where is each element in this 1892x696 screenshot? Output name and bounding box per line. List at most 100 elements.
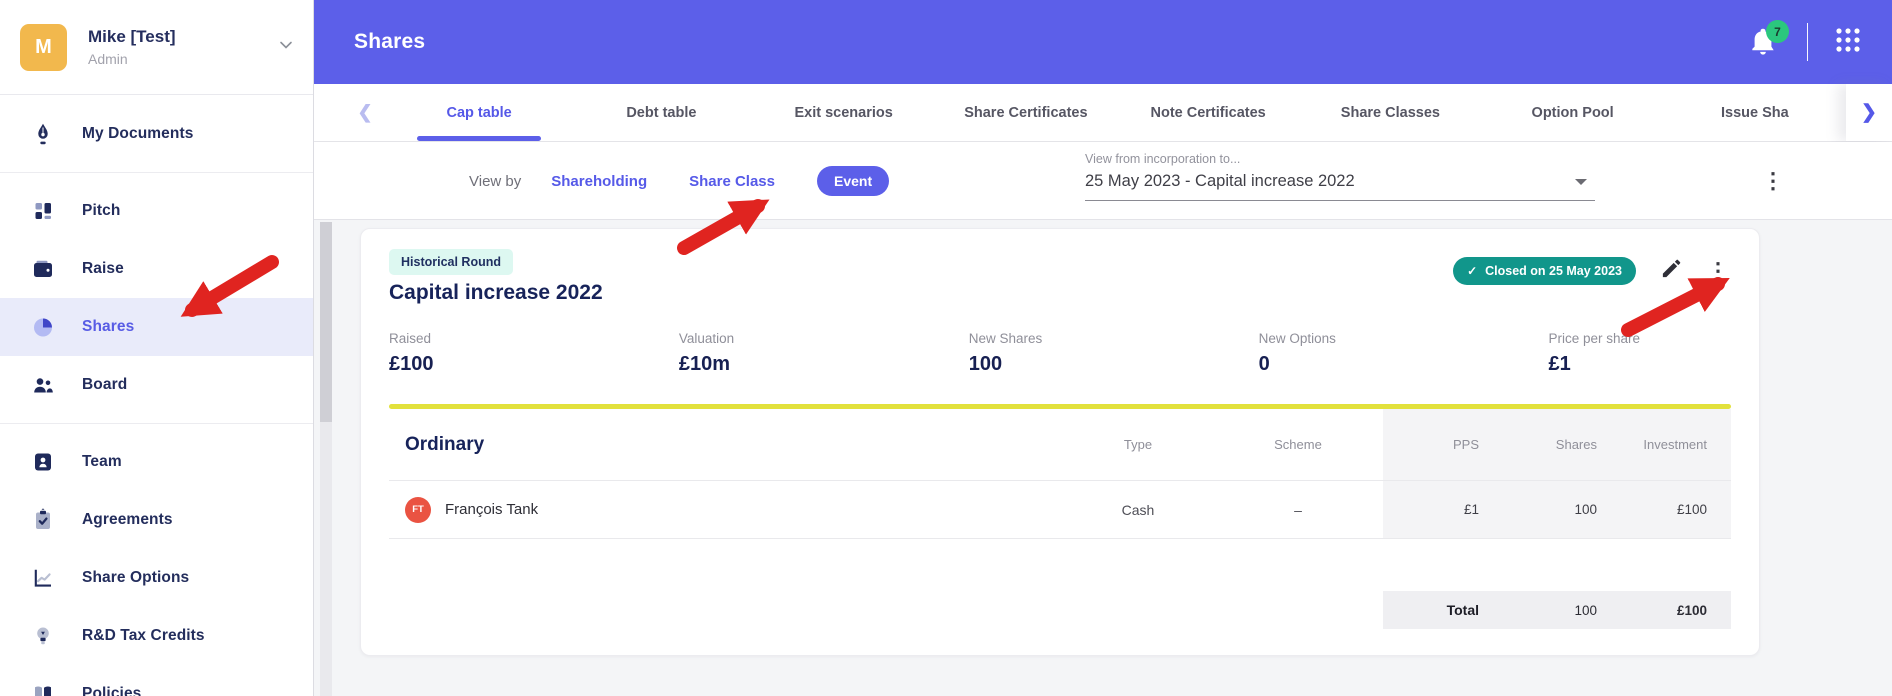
main-area: Shares 7 ❮ Cap table Debt table Exit sce…	[314, 0, 1892, 696]
stat-valuation: Valuation £10m	[679, 331, 969, 376]
status-badge-label: Closed on 25 May 2023	[1485, 264, 1622, 278]
stat-label: New Options	[1258, 331, 1336, 346]
sidebar-divider	[0, 423, 313, 424]
stat-new-options: New Options 0	[1259, 331, 1549, 376]
tab-label: Option Pool	[1531, 104, 1614, 121]
round-stats: Raised £100 Valuation £10m New Shares 10…	[389, 331, 1731, 376]
column-header-type: Type	[1123, 437, 1153, 452]
cell-scheme: –	[1294, 501, 1302, 518]
sidebar-item-my-documents[interactable]: My Documents	[0, 105, 313, 163]
tab-share-certificates[interactable]: Share Certificates	[935, 84, 1117, 141]
stat-label: Price per share	[1548, 331, 1641, 346]
tab-exit-scenarios[interactable]: Exit scenarios	[753, 84, 935, 141]
apps-grid-icon[interactable]	[1834, 26, 1862, 59]
notifications-button[interactable]: 7	[1747, 20, 1789, 60]
tabs-scroll-left-icon[interactable]: ❮	[342, 84, 388, 141]
round-more-options-icon[interactable]: ⋮	[1707, 260, 1729, 282]
column-header-pps: PPS	[1383, 409, 1503, 480]
stat-label: New Shares	[968, 331, 1043, 346]
view-option-shareholding[interactable]: Shareholding	[551, 173, 647, 190]
book-icon	[31, 682, 55, 696]
date-select-label: View from incorporation to...	[1085, 152, 1241, 166]
notification-count-badge: 7	[1766, 20, 1789, 43]
round-type-badge: Historical Round	[389, 249, 514, 275]
pie-chart-icon	[31, 315, 55, 339]
person-badge-icon	[31, 450, 55, 474]
page-header: Shares 7	[314, 0, 1892, 84]
avatar: M	[20, 23, 67, 71]
shareholder-cell: FT François Tank	[389, 481, 1063, 538]
header-divider	[1807, 23, 1808, 61]
total-investment: £100	[1621, 591, 1731, 629]
people-icon	[31, 373, 55, 397]
column-header-shares: Shares	[1503, 409, 1621, 480]
user-profile[interactable]: M Mike [Test] Admin	[0, 0, 313, 95]
sidebar-item-agreements[interactable]: Agreements	[0, 491, 313, 549]
sidebar-divider	[0, 172, 313, 173]
scrollbar-thumb[interactable]	[320, 222, 332, 422]
tab-option-pool[interactable]: Option Pool	[1482, 84, 1664, 141]
stat-value: £10m	[678, 353, 731, 375]
stat-value: £100	[389, 353, 434, 375]
sidebar: M Mike [Test] Admin My Documents Pitch R…	[0, 0, 314, 696]
sidebar-item-label: Board	[82, 376, 128, 393]
table-row[interactable]: FT François Tank Cash – £1 100 £100	[389, 481, 1731, 539]
view-option-share-class[interactable]: Share Class	[689, 173, 775, 190]
pen-nib-icon	[31, 122, 55, 146]
active-tab-underline	[417, 136, 542, 141]
status-badge: ✓ Closed on 25 May 2023	[1453, 257, 1636, 285]
sidebar-item-team[interactable]: Team	[0, 433, 313, 491]
view-by-label: View by	[469, 172, 522, 190]
view-by-group: View by Shareholding Share Class Event	[469, 142, 890, 220]
filter-more-options-icon[interactable]: ⋮	[1762, 170, 1784, 192]
header-actions: 7	[1747, 20, 1862, 61]
column-header-scheme: Scheme	[1274, 437, 1322, 452]
edit-pencil-icon[interactable]	[1660, 257, 1683, 285]
tabs-scroll-right-icon[interactable]: ❯	[1846, 84, 1892, 141]
lightbulb-icon	[31, 624, 55, 648]
tab-label: Exit scenarios	[794, 104, 893, 121]
tab-note-certificates[interactable]: Note Certificates	[1117, 84, 1299, 141]
stat-value: 100	[968, 353, 1003, 375]
cell-investment: £100	[1621, 481, 1731, 538]
sidebar-item-pitch[interactable]: Pitch	[0, 182, 313, 240]
cell-shares: 100	[1503, 481, 1621, 538]
stat-value: £1	[1548, 353, 1571, 375]
sidebar-item-raise[interactable]: Raise	[0, 240, 313, 298]
profile-name: Mike [Test]	[88, 27, 176, 46]
chevron-down-icon[interactable]	[277, 36, 295, 59]
profile-role: Admin	[88, 51, 128, 67]
sidebar-item-label: Agreements	[82, 511, 173, 528]
view-option-event-button[interactable]: Event	[817, 166, 890, 196]
shareholder-name: François Tank	[445, 501, 539, 518]
filter-bar: View by Shareholding Share Class Event V…	[314, 142, 1892, 220]
page-title: Shares	[354, 30, 426, 53]
sidebar-item-label: Pitch	[82, 202, 121, 219]
tab-bar: ❮ Cap table Debt table Exit scenarios Sh…	[314, 84, 1892, 142]
sidebar-item-rd-tax-credits[interactable]: R&D Tax Credits	[0, 607, 313, 665]
sidebar-item-board[interactable]: Board	[0, 356, 313, 414]
share-class-group-name: Ordinary	[405, 433, 485, 455]
sidebar-item-label: Share Options	[82, 569, 190, 586]
dropdown-caret-icon	[1575, 178, 1587, 185]
total-label: Total	[1383, 591, 1503, 629]
stat-label: Valuation	[678, 331, 735, 346]
content-area: Historical Round Capital increase 2022 ✓…	[314, 220, 1892, 696]
tab-share-classes[interactable]: Share Classes	[1299, 84, 1481, 141]
sidebar-item-policies[interactable]: Policies	[0, 665, 313, 696]
tab-cap-table[interactable]: Cap table	[388, 84, 570, 141]
sidebar-item-label: My Documents	[82, 125, 194, 142]
sidebar-item-shares[interactable]: Shares	[0, 298, 313, 356]
date-range-select[interactable]: View from incorporation to... 25 May 202…	[1085, 152, 1595, 201]
date-select-value-row: 25 May 2023 - Capital increase 2022	[1085, 172, 1595, 201]
tab-label: Cap table	[446, 104, 512, 121]
shareholder-avatar: FT	[405, 496, 431, 523]
sidebar-item-label: Raise	[82, 260, 124, 277]
cell-pps: £1	[1383, 481, 1503, 538]
round-actions: ✓ Closed on 25 May 2023 ⋮	[1453, 257, 1729, 285]
sidebar-item-label: Shares	[82, 318, 135, 335]
tab-debt-table[interactable]: Debt table	[570, 84, 752, 141]
tab-issue-shares[interactable]: Issue Sha	[1664, 84, 1846, 141]
vertical-scrollbar[interactable]	[320, 222, 332, 696]
sidebar-item-share-options[interactable]: Share Options	[0, 549, 313, 607]
